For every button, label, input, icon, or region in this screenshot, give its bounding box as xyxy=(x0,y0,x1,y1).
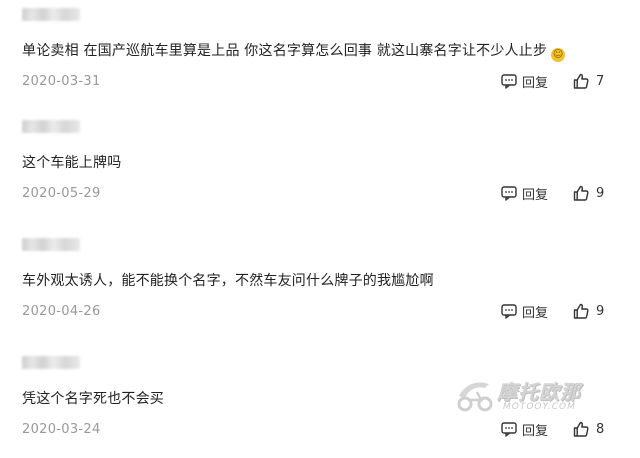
reply-label: 回复 xyxy=(522,187,549,203)
comment-date: 2020-04-26 xyxy=(22,304,101,319)
reply-label: 回复 xyxy=(522,305,549,321)
like-count: 7 xyxy=(596,73,605,89)
user-name-blurred[interactable] xyxy=(22,120,80,133)
comment-item: 凭这个名字死也不会买 2020-03-24 回复 8 xyxy=(0,348,640,458)
comment-bubble-icon xyxy=(500,72,518,90)
comment-text-wrapper: 单论卖相 在国产巡航车里算是上品 你这名字算怎么回事 就这山寨名字让不少人止步 ☺ xyxy=(22,40,566,62)
comment-date: 2020-05-29 xyxy=(22,186,101,201)
user-name-blurred[interactable] xyxy=(22,356,80,369)
reply-label: 回复 xyxy=(522,423,549,439)
reply-label: 回复 xyxy=(522,75,549,91)
comment-item: 这个车能上牌吗 2020-05-29 回复 9 xyxy=(0,112,640,222)
reply-button[interactable]: 回复 xyxy=(500,417,548,441)
comment-date: 2020-03-31 xyxy=(22,74,101,89)
like-count: 8 xyxy=(596,421,605,437)
thumbs-up-icon xyxy=(572,420,590,438)
thumbs-up-icon xyxy=(572,72,590,90)
user-name-blurred[interactable] xyxy=(22,238,80,251)
like-count: 9 xyxy=(596,185,605,201)
comment-bubble-icon xyxy=(500,302,518,320)
user-name-blurred[interactable] xyxy=(22,8,80,21)
comment-text: 车外观太诱人，能不能换个名字，不然车友问什么牌子的我尴尬啊 xyxy=(22,273,434,289)
like-button[interactable]: 9 xyxy=(572,181,604,205)
comment-bubble-icon xyxy=(500,184,518,202)
reply-button[interactable]: 回复 xyxy=(500,299,548,323)
comment-list: 单论卖相 在国产巡航车里算是上品 你这名字算怎么回事 就这山寨名字让不少人止步 ☺… xyxy=(0,0,640,450)
reply-button[interactable]: 回复 xyxy=(500,69,548,93)
smile-emoji-icon: ☺ xyxy=(551,48,566,62)
comment-text: 单论卖相 在国产巡航车里算是上品 你这名字算怎么回事 就这山寨名字让不少人止步 xyxy=(22,43,548,59)
reply-button[interactable]: 回复 xyxy=(500,181,548,205)
like-count: 9 xyxy=(596,303,605,319)
comment-text: 凭这个名字死也不会买 xyxy=(22,391,164,407)
comment-item: 车外观太诱人，能不能换个名字，不然车友问什么牌子的我尴尬啊 2020-04-26… xyxy=(0,230,640,340)
like-button[interactable]: 9 xyxy=(572,299,604,323)
comment-bubble-icon xyxy=(500,420,518,438)
like-button[interactable]: 7 xyxy=(572,69,604,93)
comment-item: 单论卖相 在国产巡航车里算是上品 你这名字算怎么回事 就这山寨名字让不少人止步 ☺… xyxy=(0,0,640,110)
thumbs-up-icon xyxy=(572,184,590,202)
like-button[interactable]: 8 xyxy=(572,417,604,441)
comment-text: 这个车能上牌吗 xyxy=(22,155,122,171)
thumbs-up-icon xyxy=(572,302,590,320)
comment-date: 2020-03-24 xyxy=(22,422,101,437)
